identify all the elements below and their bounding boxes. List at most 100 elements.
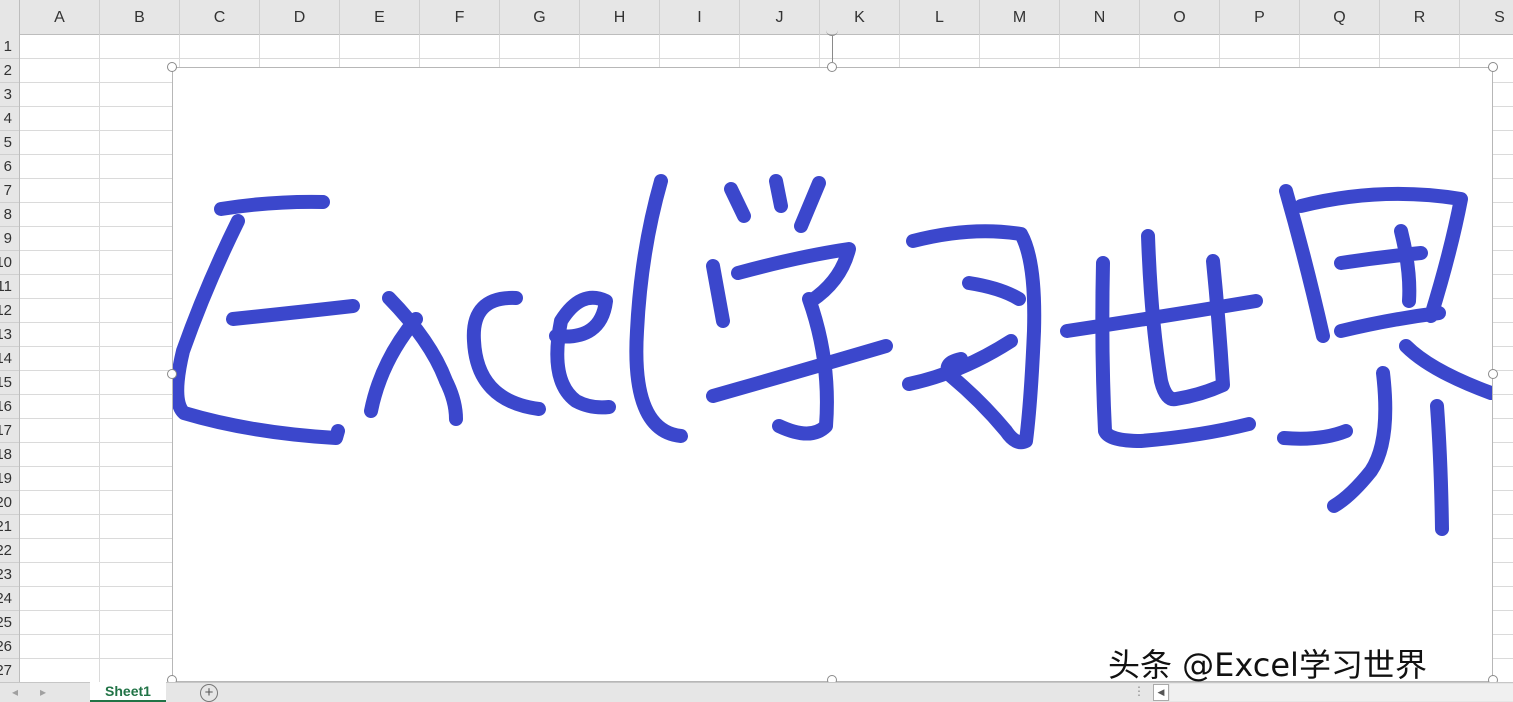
row-header-11[interactable]: 11: [0, 275, 19, 299]
plus-circle-icon[interactable]: +: [200, 684, 218, 702]
row-number: 15: [0, 374, 12, 391]
column-header-b[interactable]: B: [100, 0, 180, 35]
horizontal-scrollbar[interactable]: [1170, 684, 1513, 701]
ink-letter-c: [466, 290, 546, 416]
column-header-p[interactable]: P: [1220, 0, 1300, 35]
row-number: 17: [0, 422, 12, 439]
row-number: 20: [0, 494, 12, 511]
row-number: 9: [3, 230, 12, 247]
row-header-27[interactable]: 27: [0, 659, 19, 682]
column-header-bar: ABCDEFGHIJKLMNOPQRS: [0, 0, 1513, 35]
ink-char-shi: [1060, 229, 1263, 448]
row-header-10[interactable]: 10: [0, 251, 19, 275]
ink-letter-e: [549, 290, 616, 415]
grid-row-line: [20, 58, 1513, 59]
column-header-i[interactable]: I: [660, 0, 740, 35]
row-header-24[interactable]: 24: [0, 587, 19, 611]
row-number: 23: [0, 566, 12, 583]
row-header-bar: 1234567891011121314151617181920212223242…: [0, 35, 20, 682]
resize-handle-middle-left[interactable]: [167, 369, 177, 379]
row-header-25[interactable]: 25: [0, 611, 19, 635]
row-header-15[interactable]: 15: [0, 371, 19, 395]
ink-letter-x: [364, 291, 463, 426]
row-header-1[interactable]: 1: [0, 35, 19, 59]
row-number: 16: [0, 398, 12, 415]
row-header-5[interactable]: 5: [0, 131, 19, 155]
row-header-6[interactable]: 6: [0, 155, 19, 179]
row-header-7[interactable]: 7: [0, 179, 19, 203]
column-header-r[interactable]: R: [1380, 0, 1460, 35]
column-header-l[interactable]: L: [900, 0, 980, 35]
row-number: 13: [0, 326, 12, 343]
row-number: 4: [3, 110, 12, 127]
column-header-f[interactable]: F: [420, 0, 500, 35]
row-number: 19: [0, 470, 12, 487]
resize-handle-top-left[interactable]: [167, 62, 177, 72]
watermark-text: 头条 @Excel学习世界: [1108, 646, 1427, 684]
resize-handle-top-right[interactable]: [1488, 62, 1498, 72]
row-number: 6: [3, 158, 12, 175]
column-header-j[interactable]: J: [740, 0, 820, 35]
column-header-m[interactable]: M: [980, 0, 1060, 35]
column-header-o[interactable]: O: [1140, 0, 1220, 35]
column-header-d[interactable]: D: [260, 0, 340, 35]
select-all-corner[interactable]: [0, 0, 20, 35]
ink-drawing-object[interactable]: [172, 67, 1493, 682]
row-header-16[interactable]: 16: [0, 395, 19, 419]
chevron-left-icon[interactable]: ◀: [1153, 684, 1169, 701]
ink-strokes: [173, 174, 1492, 536]
row-number: 27: [0, 662, 12, 679]
row-number: 5: [3, 134, 12, 151]
row-header-19[interactable]: 19: [0, 467, 19, 491]
column-header-c[interactable]: C: [180, 0, 260, 35]
row-header-23[interactable]: 23: [0, 563, 19, 587]
row-header-2[interactable]: 2: [0, 59, 19, 83]
row-number: 18: [0, 446, 12, 463]
ink-letter-l: [629, 174, 688, 443]
sheet-tab-bar: ◂ ▸ Sheet1 + ⋮ ◀: [0, 682, 1513, 702]
scroll-split-handle-icon[interactable]: ⋮: [1133, 684, 1145, 698]
column-header-q[interactable]: Q: [1300, 0, 1380, 35]
row-number: 2: [3, 62, 12, 79]
row-number: 21: [0, 518, 12, 535]
ink-letter-E: [173, 194, 360, 445]
row-header-8[interactable]: 8: [0, 203, 19, 227]
row-header-9[interactable]: 9: [0, 227, 19, 251]
row-number: 22: [0, 542, 12, 559]
sheet-tab-sheet1[interactable]: Sheet1: [90, 682, 166, 702]
row-number: 14: [0, 350, 12, 367]
column-header-a[interactable]: A: [20, 0, 100, 35]
row-header-21[interactable]: 21: [0, 515, 19, 539]
row-header-17[interactable]: 17: [0, 419, 19, 443]
column-header-s[interactable]: S: [1460, 0, 1513, 35]
row-number: 26: [0, 638, 12, 655]
row-header-20[interactable]: 20: [0, 491, 19, 515]
tab-nav-prev-icon[interactable]: ◂: [12, 685, 18, 699]
row-header-12[interactable]: 12: [0, 299, 19, 323]
row-header-26[interactable]: 26: [0, 635, 19, 659]
excel-window: ABCDEFGHIJKLMNOPQRS 12345678910111213141…: [0, 0, 1513, 702]
column-header-h[interactable]: H: [580, 0, 660, 35]
grid-column-line: [99, 35, 100, 682]
row-header-13[interactable]: 13: [0, 323, 19, 347]
row-header-14[interactable]: 14: [0, 347, 19, 371]
rotate-handle-stem: [832, 36, 833, 62]
row-number: 8: [3, 206, 12, 223]
row-number: 10: [0, 254, 12, 271]
tab-nav-next-icon[interactable]: ▸: [40, 685, 46, 699]
column-header-e[interactable]: E: [340, 0, 420, 35]
ink-char-xi: [902, 224, 1042, 450]
row-number: 11: [0, 278, 12, 295]
row-header-22[interactable]: 22: [0, 539, 19, 563]
ink-char-xue: [706, 174, 893, 441]
row-number: 3: [3, 86, 12, 103]
resize-handle-middle-right[interactable]: [1488, 369, 1498, 379]
row-header-3[interactable]: 3: [0, 83, 19, 107]
row-header-4[interactable]: 4: [0, 107, 19, 131]
column-header-g[interactable]: G: [500, 0, 580, 35]
row-header-18[interactable]: 18: [0, 443, 19, 467]
column-header-n[interactable]: N: [1060, 0, 1140, 35]
row-number: 1: [3, 38, 12, 55]
resize-handle-top-center[interactable]: [827, 62, 837, 72]
ink-char-jie: [1277, 184, 1492, 536]
